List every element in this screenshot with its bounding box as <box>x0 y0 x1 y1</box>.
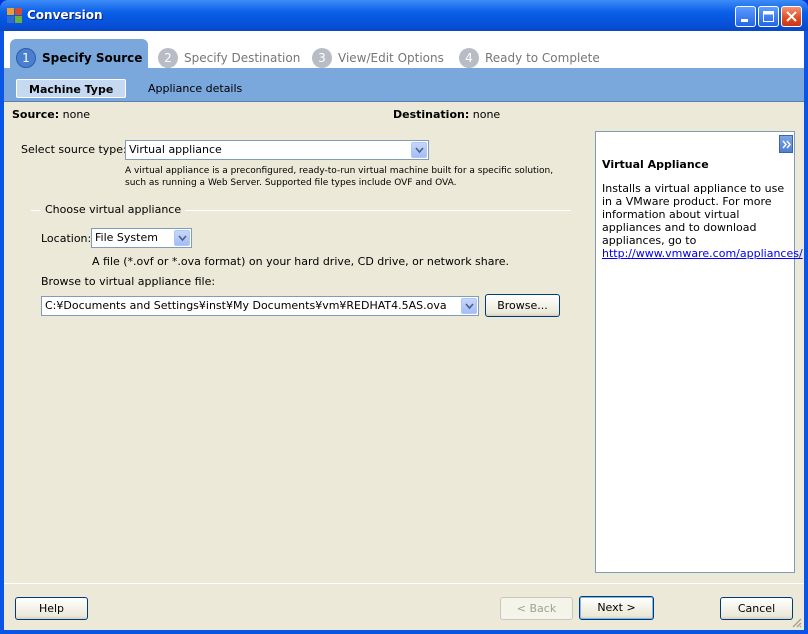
source-type-select[interactable]: Virtual appliance <box>125 140 429 160</box>
file-path-value: C:¥Documents and Settings¥inst¥My Docume… <box>45 299 447 312</box>
source-label: Source: <box>12 108 60 121</box>
collapse-help-button[interactable] <box>779 135 793 153</box>
step-number: 3 <box>312 47 332 68</box>
step-number: 1 <box>16 47 36 68</box>
double-chevron-right-icon <box>782 140 791 149</box>
subtab-machine-type[interactable]: Machine Type <box>16 79 127 98</box>
location-select[interactable]: File System <box>91 228 192 248</box>
next-button[interactable]: Next > <box>579 596 654 620</box>
source-type-value: Virtual appliance <box>129 143 222 156</box>
wizard-header: 1 Specify Source 2 Specify Destination 3… <box>4 31 804 101</box>
source-type-description: A virtual appliance is a preconfigured, … <box>125 165 553 189</box>
step-ready-to-complete[interactable]: 4 Ready to Complete <box>459 39 600 76</box>
appliances-link[interactable]: http://www.vmware.com/appliances/ <box>602 247 803 260</box>
step-label: View/Edit Options <box>338 50 444 65</box>
subtabs-bar: Machine Type Appliance details <box>4 76 804 101</box>
main-panel: Select source type: Virtual appliance A … <box>4 128 594 578</box>
help-button[interactable]: Help <box>15 597 88 620</box>
location-value: File System <box>95 231 158 244</box>
step-specify-source[interactable]: 1 Specify Source <box>10 39 148 76</box>
chevron-down-icon <box>178 235 187 242</box>
destination-label: Destination: <box>393 108 470 121</box>
back-button[interactable]: < Back <box>500 597 573 620</box>
footer-divider <box>4 583 804 584</box>
step-label: Specify Source <box>42 50 143 65</box>
minimize-icon <box>741 19 748 22</box>
destination-summary: Destination: none <box>393 108 500 121</box>
step-view-edit-options[interactable]: 3 View/Edit Options <box>312 39 444 76</box>
location-label: Location: <box>41 232 92 245</box>
description-line: A virtual appliance is a preconfigured, … <box>125 166 554 176</box>
step-number: 2 <box>158 47 178 68</box>
wizard-client-area: 1 Specify Source 2 Specify Destination 3… <box>4 31 804 630</box>
destination-value: none <box>472 108 501 121</box>
cancel-button[interactable]: Cancel <box>720 597 793 620</box>
conversion-window: Conversion 1 Specify Source 2 Specify De… <box>0 0 808 634</box>
source-type-label: Select source type: <box>21 143 127 156</box>
file-path-combo[interactable]: C:¥Documents and Settings¥inst¥My Docume… <box>41 296 479 316</box>
help-panel: Virtual Appliance Installs a virtual app… <box>595 131 803 573</box>
window-title: Conversion <box>27 8 103 22</box>
help-text: Installs a virtual appliance to use in a… <box>602 182 785 247</box>
dropdown-arrow[interactable] <box>461 298 477 314</box>
chevron-down-icon <box>415 147 424 154</box>
help-body: Installs a virtual appliance to use in a… <box>602 182 803 260</box>
browse-button[interactable]: Browse... <box>485 294 560 317</box>
browse-label: Browse to virtual appliance file: <box>41 275 216 288</box>
location-hint: A file (*.ovf or *.ova format) on your h… <box>92 255 510 268</box>
close-button[interactable] <box>781 6 802 27</box>
description-line: such as running a Web Server. Supported … <box>125 178 457 188</box>
converter-app-icon <box>7 8 22 23</box>
dropdown-arrow[interactable] <box>174 230 190 246</box>
header-divider <box>4 101 804 102</box>
step-label: Ready to Complete <box>485 50 600 65</box>
maximize-button[interactable] <box>758 6 779 27</box>
help-title: Virtual Appliance <box>602 158 709 171</box>
source-summary: Source: none <box>12 108 90 121</box>
subtab-appliance-details[interactable]: Appliance details <box>136 79 254 98</box>
resize-grip-icon[interactable] <box>790 616 802 628</box>
title-bar[interactable]: Conversion <box>0 0 808 31</box>
step-specify-destination[interactable]: 2 Specify Destination <box>158 39 300 76</box>
maximize-icon <box>763 11 774 22</box>
group-title: Choose virtual appliance <box>41 203 186 216</box>
step-label: Specify Destination <box>184 50 301 65</box>
source-value: none <box>62 108 91 121</box>
dropdown-arrow[interactable] <box>411 142 427 158</box>
close-icon <box>786 11 797 22</box>
step-number: 4 <box>459 47 479 68</box>
chevron-down-icon <box>465 303 474 310</box>
minimize-button[interactable] <box>735 6 756 27</box>
